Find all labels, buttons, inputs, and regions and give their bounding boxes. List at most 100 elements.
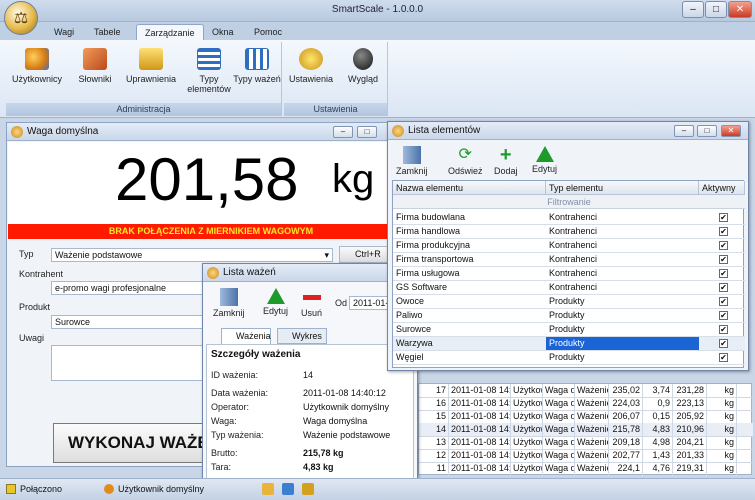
refresh-icon: ⟳ bbox=[458, 146, 472, 163]
dictionaries-button[interactable]: Słowniki bbox=[68, 48, 122, 84]
users-button[interactable]: Użytkownicy bbox=[10, 48, 64, 84]
element-row[interactable]: Paliwo Produkty ✔ bbox=[393, 309, 745, 323]
uwagi-textarea[interactable] bbox=[51, 345, 211, 381]
tab-zarzadzanie[interactable]: Zarządzanie bbox=[136, 24, 204, 40]
active-checkbox[interactable]: ✔ bbox=[719, 269, 728, 278]
active-checkbox[interactable]: ✔ bbox=[719, 213, 728, 222]
element-row[interactable]: Firma usługowa Kontrahenci ✔ bbox=[393, 267, 745, 281]
typ-label: Typ bbox=[19, 249, 34, 259]
close-button[interactable]: ✕ bbox=[728, 1, 752, 18]
element-name-cell: Firma transportowa bbox=[396, 254, 474, 264]
col-header-name[interactable]: Nazwa elementu bbox=[393, 181, 546, 195]
active-checkbox[interactable]: ✔ bbox=[719, 311, 728, 320]
active-checkbox[interactable]: ✔ bbox=[719, 283, 728, 292]
status-bar: Połączono Użytkownik domyślny bbox=[0, 478, 755, 500]
table-cell: kg bbox=[707, 410, 737, 424]
elements-close-x-button[interactable]: ✕ bbox=[721, 125, 741, 137]
weighings-delete-button[interactable]: Usuń bbox=[301, 288, 322, 318]
weight-value: 201,58 bbox=[115, 146, 299, 213]
table-cell: 15 bbox=[419, 410, 449, 424]
door-icon bbox=[402, 146, 421, 164]
tab-pomoc[interactable]: Pomoc bbox=[246, 24, 290, 40]
table-cell: kg bbox=[707, 423, 737, 437]
element-row[interactable]: Owoce Produkty ✔ bbox=[393, 295, 745, 309]
list-icon bbox=[197, 48, 221, 70]
weighings-edit-button[interactable]: Edytuj bbox=[263, 288, 288, 316]
app-menu-orb-icon[interactable]: ⚖ bbox=[4, 1, 38, 35]
element-row[interactable]: GS Software Kontrahenci ✔ bbox=[393, 281, 745, 295]
col-header-type[interactable]: Typ elementu bbox=[546, 181, 699, 195]
tab-tabele[interactable]: Tabele bbox=[86, 24, 129, 40]
tab-wykres[interactable]: Wykres bbox=[277, 328, 327, 344]
table-row[interactable]: 152011-01-08 14:UżytkowWaga dWażenie206,… bbox=[419, 410, 753, 424]
weighing-types-button[interactable]: Typy ważeń bbox=[230, 48, 284, 84]
active-checkbox[interactable]: ✔ bbox=[719, 353, 728, 362]
appearance-button[interactable]: Wygląd bbox=[336, 48, 390, 84]
tab-wagi[interactable]: Wagi bbox=[46, 24, 82, 40]
produkt-field[interactable]: Surowce bbox=[51, 315, 211, 329]
element-types-button[interactable]: Typy elementów bbox=[182, 48, 236, 94]
element-name-cell: Firma handlowa bbox=[396, 226, 461, 236]
detail-value: 215,78 kg bbox=[303, 448, 344, 458]
table-row[interactable]: 112011-01-08 14:UżytkowWaga dWażenie224,… bbox=[419, 462, 753, 476]
col-header-active[interactable]: Aktywny bbox=[699, 181, 745, 195]
refresh-button[interactable]: ⟳ Odśwież bbox=[448, 146, 483, 176]
edit-button[interactable]: Edytuj bbox=[532, 146, 557, 174]
execute-weighing-button[interactable]: WYKONAJ WAŻE bbox=[53, 423, 223, 463]
element-row[interactable]: Firma produkcyjna Kontrahenci ✔ bbox=[393, 239, 745, 253]
element-row[interactable]: Firma transportowa Kontrahenci ✔ bbox=[393, 253, 745, 267]
elements-minimize-button[interactable]: – bbox=[674, 125, 694, 137]
add-label: Dodaj bbox=[494, 166, 518, 176]
element-row[interactable]: Surowce Produkty ✔ bbox=[393, 323, 745, 337]
element-row[interactable]: Firma budowlana Kontrahenci ✔ bbox=[393, 211, 745, 225]
weight-unit: kg bbox=[332, 157, 375, 201]
element-name-cell: Paliwo bbox=[396, 310, 423, 320]
active-checkbox[interactable]: ✔ bbox=[719, 339, 728, 348]
table-row[interactable]: 142011-01-08 14:UżytkowWaga dWażenie215,… bbox=[419, 423, 753, 437]
elements-window-title: Lista elementów bbox=[408, 125, 481, 136]
active-checkbox[interactable]: ✔ bbox=[719, 241, 728, 250]
table-cell: 11 bbox=[419, 462, 449, 476]
active-checkbox[interactable]: ✔ bbox=[719, 255, 728, 264]
element-row[interactable]: Węgiel Produkty ✔ bbox=[393, 351, 745, 365]
maximize-button[interactable]: □ bbox=[705, 1, 727, 18]
active-checkbox[interactable]: ✔ bbox=[719, 227, 728, 236]
tab-wazenia[interactable]: Ważenia bbox=[221, 328, 271, 344]
scale-maximize-button[interactable]: □ bbox=[357, 126, 377, 138]
scale-tray-icon[interactable] bbox=[262, 483, 274, 495]
weighings-close-button[interactable]: Zamknij bbox=[213, 288, 245, 318]
element-name-cell: Węgiel bbox=[396, 352, 424, 362]
settings-button[interactable]: Ustawienia bbox=[284, 48, 338, 84]
permissions-button[interactable]: Uprawnienia bbox=[124, 48, 178, 84]
table-cell: Ważenie bbox=[575, 436, 609, 450]
table-row[interactable]: 162011-01-08 14:UżytkowWaga dWażenie224,… bbox=[419, 397, 753, 411]
element-type-cell: Kontrahenci bbox=[549, 268, 598, 278]
kontrahent-field[interactable]: e-promo wagi profesjonalne bbox=[51, 281, 211, 295]
table-row[interactable]: 122011-01-08 14:UżytkowWaga dWażenie202,… bbox=[419, 449, 753, 463]
table-row[interactable]: 172011-01-08 14:UżytkowWaga dWażenie235,… bbox=[419, 384, 753, 398]
element-row[interactable]: Firma handlowa Kontrahenci ✔ bbox=[393, 225, 745, 239]
book-icon bbox=[83, 48, 107, 70]
typ-value: Ważenie podstawowe bbox=[55, 250, 143, 260]
list-tray-icon[interactable] bbox=[282, 483, 294, 495]
appearance-label: Wygląd bbox=[348, 74, 378, 84]
element-types-label: Typy elementów bbox=[187, 74, 231, 94]
minimize-button[interactable]: – bbox=[682, 1, 704, 18]
scale-icon bbox=[392, 125, 404, 137]
table-cell: 12 bbox=[419, 449, 449, 463]
table-cell: 2011-01-08 14: bbox=[449, 449, 511, 463]
scale-minimize-button[interactable]: – bbox=[333, 126, 353, 138]
table-cell: Użytkow bbox=[511, 436, 543, 450]
active-checkbox[interactable]: ✔ bbox=[719, 297, 728, 306]
element-type-cell: Produkty bbox=[549, 310, 585, 320]
filter-row[interactable]: Filtrowanie bbox=[393, 195, 745, 209]
elements-close-button[interactable]: Zamknij bbox=[396, 146, 428, 176]
lock-tray-icon[interactable] bbox=[302, 483, 314, 495]
typ-select[interactable]: Ważenie podstawowe ▾ bbox=[51, 248, 333, 262]
table-row[interactable]: 132011-01-08 14:UżytkowWaga dWażenie209,… bbox=[419, 436, 753, 450]
tab-okna[interactable]: Okna bbox=[204, 24, 242, 40]
element-row[interactable]: Warzywa Produkty ✔ bbox=[393, 337, 745, 351]
active-checkbox[interactable]: ✔ bbox=[719, 325, 728, 334]
elements-maximize-button[interactable]: □ bbox=[697, 125, 717, 137]
add-button[interactable]: + Dodaj bbox=[494, 145, 518, 176]
